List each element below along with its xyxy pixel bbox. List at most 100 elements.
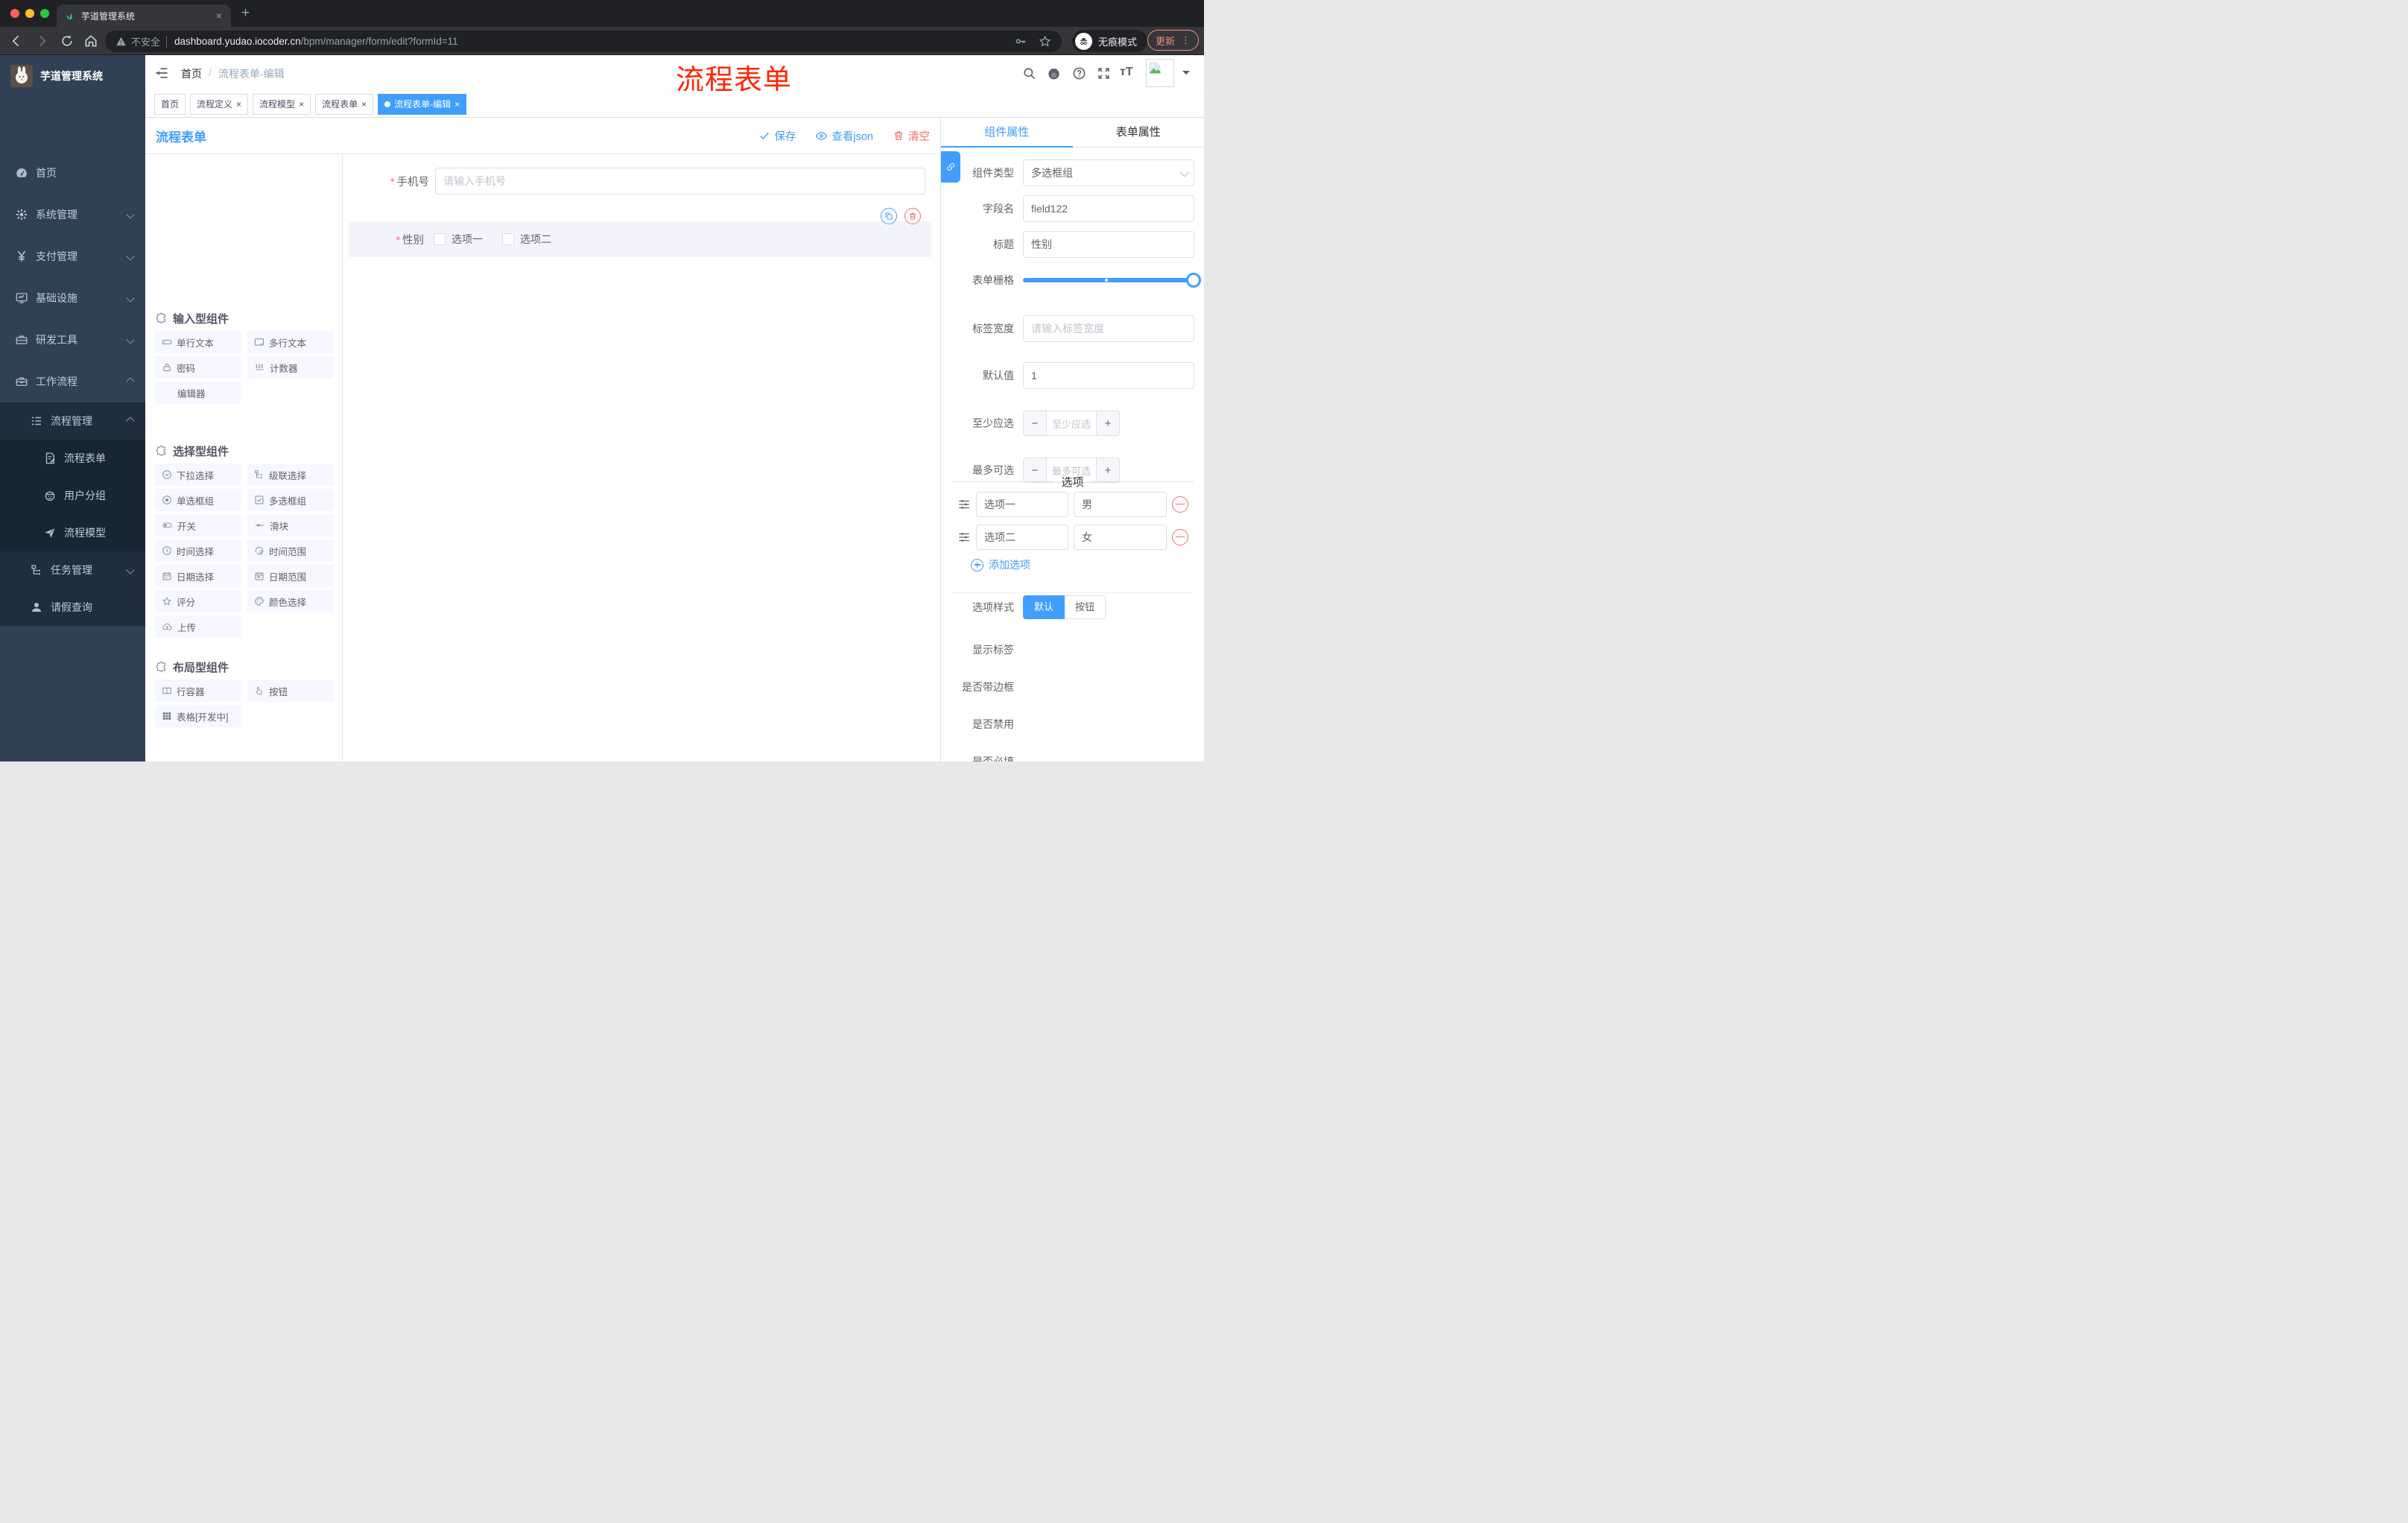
remove-option-button[interactable]	[1172, 529, 1188, 545]
component-counter[interactable]: 123 计数器	[247, 356, 334, 379]
help-icon[interactable]	[1072, 66, 1086, 80]
new-tab-button[interactable]: +	[241, 6, 250, 21]
canvas-phone-field[interactable]: * 手机号	[343, 168, 931, 194]
component-editor[interactable]: 编辑器	[155, 381, 241, 404]
forward-icon[interactable]	[34, 34, 49, 48]
gender-option-2[interactable]: 选项二	[502, 232, 551, 247]
style-default-button[interactable]: 默认	[1023, 595, 1065, 619]
bookmark-star-icon[interactable]	[1039, 35, 1051, 48]
option-2-label-input[interactable]	[976, 525, 1068, 550]
tag-close-icon[interactable]: ×	[454, 100, 460, 109]
back-icon[interactable]	[9, 34, 24, 48]
field-name-input[interactable]	[1023, 195, 1194, 222]
component-row-container[interactable]: 行容器	[155, 680, 241, 702]
avatar[interactable]	[1146, 59, 1174, 87]
phone-input[interactable]	[435, 168, 925, 194]
default-value-input[interactable]	[1023, 362, 1194, 389]
sidebar-item-user-group[interactable]: 用户分组	[0, 477, 145, 514]
mac-minimize-button[interactable]	[25, 9, 34, 18]
checkbox-icon[interactable]	[434, 233, 446, 245]
fullscreen-icon[interactable]	[1097, 66, 1111, 80]
sidebar-item-leave-query[interactable]: 请假查询	[0, 589, 145, 626]
tag-home[interactable]: 首页	[154, 93, 186, 115]
drag-handle-icon[interactable]	[957, 498, 971, 511]
component-date-picker[interactable]: 日期选择	[155, 565, 241, 587]
label-width-input[interactable]	[1023, 315, 1194, 342]
sidebar-item-process-mgmt[interactable]: 流程管理	[0, 402, 145, 440]
duplicate-field-button[interactable]	[881, 208, 897, 224]
canvas-gender-field-selected[interactable]: * 性别 选项一 选项二	[349, 221, 931, 257]
option-1-value-input[interactable]	[1074, 492, 1167, 517]
clear-button[interactable]: 清空	[893, 128, 930, 144]
search-icon[interactable]	[1022, 66, 1036, 80]
tab-component-props[interactable]: 组件属性	[941, 118, 1073, 147]
tab-close-icon[interactable]: ×	[215, 10, 224, 21]
home-icon[interactable]	[83, 34, 98, 48]
drag-handle-icon[interactable]	[957, 531, 971, 544]
reload-icon[interactable]	[60, 34, 75, 48]
component-time-range[interactable]: 时间范围	[247, 539, 334, 562]
sidebar-collapse-icon[interactable]	[154, 66, 169, 80]
security-label[interactable]: 不安全	[131, 34, 160, 48]
component-multi-text[interactable]: 多行文本	[247, 331, 334, 353]
avatar-caret-icon[interactable]	[1182, 71, 1190, 78]
sidebar-logo-row[interactable]: 芋道管理系统	[0, 55, 145, 97]
sidebar-item-infra[interactable]: 基础设施	[0, 277, 145, 319]
gender-option-1[interactable]: 选项一	[434, 232, 483, 247]
github-icon[interactable]	[1047, 66, 1061, 80]
browser-menu-icon[interactable]: ⋮	[1181, 34, 1191, 46]
sidebar-item-system[interactable]: 系统管理	[0, 194, 145, 235]
update-label[interactable]: 更新	[1156, 34, 1175, 48]
save-button[interactable]: 保存	[758, 128, 796, 144]
delete-field-button[interactable]	[904, 208, 921, 224]
component-time-picker[interactable]: 时间选择	[155, 539, 241, 562]
tag-close-icon[interactable]: ×	[236, 100, 241, 109]
option-1-label-input[interactable]	[976, 492, 1068, 517]
form-grid-slider[interactable]	[1023, 273, 1201, 288]
component-select[interactable]: 下拉选择	[155, 463, 241, 486]
plus-button[interactable]: +	[1097, 411, 1119, 435]
component-rate[interactable]: 评分	[155, 590, 241, 612]
sidebar-item-devtools[interactable]: 研发工具	[0, 319, 145, 361]
component-cascade[interactable]: 级联选择	[247, 463, 334, 486]
sidebar-item-home[interactable]: 首页	[0, 152, 145, 194]
title-input[interactable]	[1023, 231, 1194, 258]
tag-process-form-edit[interactable]: 流程表单-编辑 ×	[378, 93, 467, 115]
component-radio-group[interactable]: 单选框组	[155, 489, 241, 511]
browser-tab[interactable]: 芋道管理系统 ×	[57, 4, 231, 27]
password-key-icon[interactable]	[1014, 35, 1027, 48]
component-type-select[interactable]: 多选框组	[1023, 159, 1194, 186]
sidebar-item-process-model[interactable]: 流程模型	[0, 514, 145, 551]
add-option-button[interactable]: 添加选项	[971, 557, 1030, 572]
style-button-button[interactable]: 按钮	[1065, 595, 1106, 619]
tag-close-icon[interactable]: ×	[361, 100, 367, 109]
component-color-picker[interactable]: 颜色选择	[247, 590, 334, 612]
mac-close-button[interactable]	[10, 9, 19, 18]
component-password[interactable]: 密码	[155, 356, 241, 379]
tag-process-definition[interactable]: 流程定义 ×	[190, 93, 249, 115]
mac-zoom-button[interactable]	[40, 9, 49, 18]
component-table[interactable]: 表格[开发中]	[155, 705, 241, 727]
sidebar-item-task-mgmt[interactable]: 任务管理	[0, 551, 145, 589]
remove-option-button[interactable]	[1172, 496, 1188, 513]
update-button[interactable]: 更新 ⋮	[1147, 30, 1200, 51]
checkbox-icon[interactable]	[502, 233, 514, 245]
component-date-range[interactable]: 日期范围	[247, 565, 334, 587]
min-select-value[interactable]: 至少应选	[1046, 411, 1097, 435]
sidebar-item-process-form[interactable]: 流程表单	[0, 440, 145, 477]
tag-close-icon[interactable]: ×	[299, 100, 304, 109]
sidebar-item-payment[interactable]: 支付管理	[0, 235, 145, 277]
slider-handle[interactable]	[1186, 273, 1201, 288]
component-single-text[interactable]: 单行文本	[155, 331, 241, 353]
view-json-button[interactable]: 查看json	[815, 128, 873, 144]
component-button[interactable]: 按钮	[247, 680, 334, 702]
font-size-icon[interactable]: ᴛT	[1120, 66, 1133, 79]
breadcrumb-home[interactable]: 首页	[181, 66, 202, 81]
component-upload[interactable]: 上传	[155, 615, 241, 638]
address-bar[interactable]: 不安全 dashboard.yudao.iocoder.cn/bpm/manag…	[105, 31, 1062, 52]
component-slider[interactable]: 滑块	[247, 514, 334, 536]
component-checkbox-group[interactable]: 多选框组	[247, 489, 334, 511]
tag-process-form[interactable]: 流程表单 ×	[315, 93, 374, 115]
minus-button[interactable]: −	[1024, 411, 1046, 435]
tag-process-model[interactable]: 流程模型 ×	[253, 93, 311, 115]
